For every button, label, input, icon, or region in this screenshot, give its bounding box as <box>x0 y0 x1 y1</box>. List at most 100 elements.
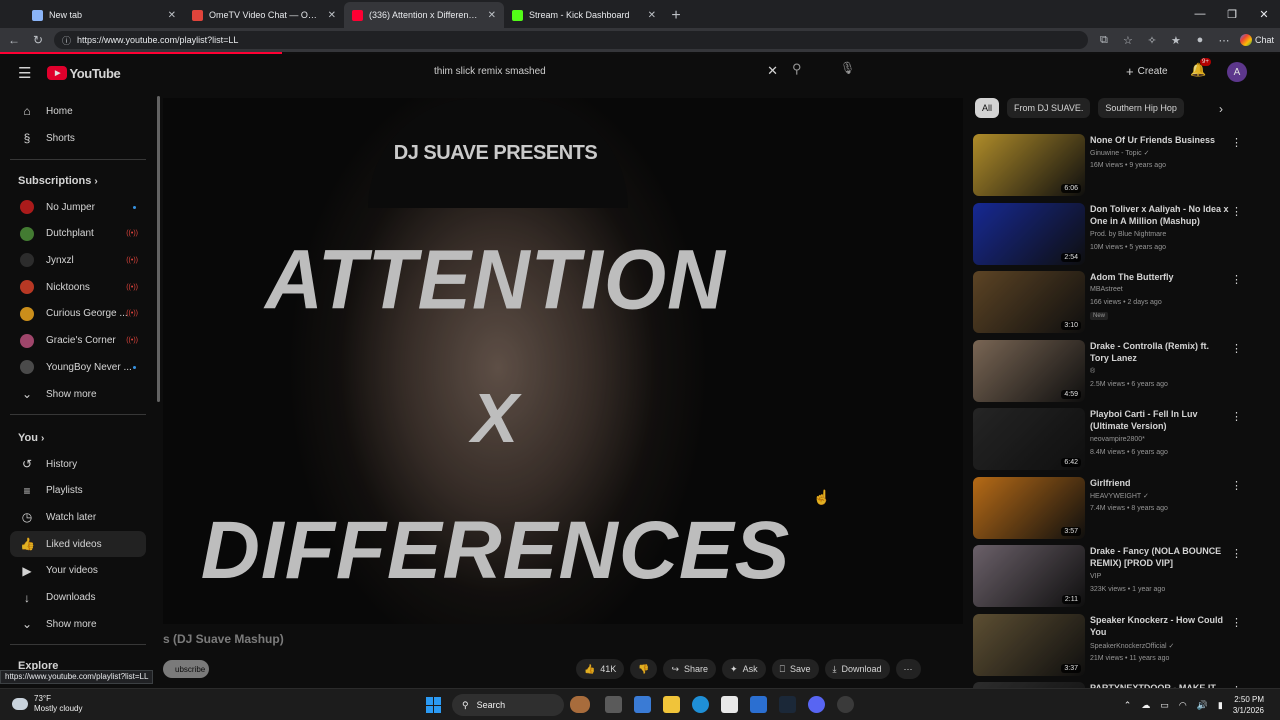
chevron-up-icon[interactable]: ⌃ <box>1124 700 1132 711</box>
sidebar-item-your-videos[interactable]: ▶ Your videos <box>10 558 146 584</box>
video-thumbnail[interactable]: 6:42 <box>973 408 1085 470</box>
sidebar-subscription[interactable]: YoungBoy Never ... <box>10 354 146 380</box>
filter-chip[interactable]: From DJ SUAVE. <box>1007 98 1091 118</box>
recommendation-item[interactable]: 6:06 None Of Ur Friends Business Ginuwine … <box>973 134 1243 196</box>
ask-button[interactable]: ✦ Ask <box>722 659 766 679</box>
copilot-icon[interactable] <box>634 696 651 713</box>
sidebar-item-shorts[interactable]: § Shorts <box>10 125 146 151</box>
tab-close-icon[interactable]: ✕ <box>648 10 656 21</box>
search-box[interactable]: thim slick remix smashed ✕ <box>424 58 784 84</box>
close-window-button[interactable]: ✕ <box>1248 0 1280 28</box>
edge-browser-icon[interactable] <box>692 696 709 713</box>
more-menu-icon[interactable]: ⋯ <box>1216 34 1232 47</box>
site-info-icon[interactable]: ⓘ <box>62 34 71 47</box>
video-player[interactable]: DJ SUAVE PRESENTS ATTENTION X DIFFERENCE… <box>163 98 963 624</box>
reload-icon[interactable]: ↻ <box>30 33 46 47</box>
onedrive-icon[interactable]: ☁ <box>1141 700 1150 711</box>
sidebar-subscription[interactable]: No Jumper <box>10 194 146 220</box>
sidebar-subscription[interactable]: Jynxzl ((•)) <box>10 247 146 273</box>
steam-icon[interactable] <box>779 696 796 713</box>
vscode-icon[interactable] <box>750 696 767 713</box>
hamburger-menu-icon[interactable]: ☰ <box>18 64 31 82</box>
display-icon[interactable]: ▭ <box>1160 700 1169 711</box>
recommendation-item[interactable]: 2:54 Don Toliver x Aaliyah - No Idea x On… <box>973 202 1243 265</box>
sidebar-subscription[interactable]: Curious George ... ((•)) <box>10 301 146 327</box>
show-more-you[interactable]: ⌄ Show more <box>10 611 146 637</box>
recommendation-item[interactable]: 3:37 Speaker Knockerz - How Could You Spea… <box>973 613 1243 676</box>
video-thumbnail[interactable]: 4:59 <box>973 339 1085 402</box>
avatar[interactable]: A <box>1227 62 1247 82</box>
recommendation-item[interactable]: 3:57 Girlfriend HEAVYWEIGHT ✓ 7.4M views • … <box>973 476 1243 539</box>
store-icon[interactable] <box>721 696 738 713</box>
recommendation-item[interactable]: 6:42 Playboi Carti - Fell In Luv (Ultimat… <box>973 408 1243 470</box>
chevron-right-icon[interactable]: › <box>1219 102 1223 116</box>
video-thumbnail[interactable]: 3:57 <box>973 476 1085 539</box>
browser-tab[interactable]: (336) Attention x Differences ✕ <box>344 2 504 28</box>
download-button[interactable]: ⤓ Download <box>824 659 890 679</box>
filter-chip[interactable]: Southern Hip Hop <box>1098 98 1184 118</box>
bookmark-star-icon[interactable]: ☆ <box>1120 34 1136 47</box>
battery-icon[interactable]: ▮ <box>1218 700 1223 711</box>
tab-close-icon[interactable]: ✕ <box>168 10 176 21</box>
sidebar-item-playlists[interactable]: ≡ Playlists <box>10 478 146 504</box>
clear-search-icon[interactable]: ✕ <box>767 63 778 79</box>
sidebar-subscription[interactable]: Nicktoons ((•)) <box>10 274 146 300</box>
subscribe-button[interactable]: ubscribe <box>163 660 209 678</box>
more-options-icon[interactable]: ⋮ <box>1231 547 1242 560</box>
like-button[interactable]: 👍 41K <box>576 659 625 679</box>
more-options-icon[interactable]: ⋮ <box>1231 479 1242 492</box>
recommendation-item[interactable]: 4:59 Drake - Controlla (Remix) ft. Tory L… <box>973 339 1243 402</box>
search-input[interactable]: thim slick remix smashed <box>434 66 546 77</box>
clock[interactable]: 2:50 PM 3/1/2026 <box>1233 694 1264 716</box>
sidebar-item-downloads[interactable]: ↓ Downloads <box>10 585 146 611</box>
install-app-icon[interactable]: ⧉ <box>1096 34 1112 47</box>
you-header[interactable]: You › <box>18 432 44 444</box>
more-options-icon[interactable]: ⋮ <box>1231 410 1242 423</box>
taskbar-search[interactable]: ⚲ Search <box>452 694 564 716</box>
task-view-icon[interactable] <box>605 696 622 713</box>
sidebar-subscription[interactable]: Dutchplant ((•)) <box>10 221 146 247</box>
copilot-widget-icon[interactable] <box>570 696 590 713</box>
video-thumbnail[interactable]: 6:06 <box>973 134 1085 196</box>
subscriptions-header[interactable]: Subscriptions › <box>18 175 98 187</box>
video-thumbnail[interactable]: 3:10 <box>973 271 1085 333</box>
tab-close-icon[interactable]: ✕ <box>488 10 496 21</box>
more-options-icon[interactable]: ⋮ <box>1231 136 1242 149</box>
video-thumbnail[interactable]: 2:54 <box>973 202 1085 265</box>
minimize-button[interactable]: — <box>1184 0 1216 28</box>
url-field[interactable]: ⓘ https://www.youtube.com/playlist?list=… <box>54 31 1088 49</box>
tab-close-icon[interactable]: ✕ <box>328 10 336 21</box>
more-options-icon[interactable]: ⋮ <box>1231 273 1242 286</box>
new-tab-button[interactable]: + <box>664 4 688 28</box>
search-icon[interactable]: ⚲ <box>792 61 802 77</box>
video-thumbnail[interactable]: 3:37 <box>973 613 1085 676</box>
sidebar-scrollbar[interactable] <box>157 96 160 402</box>
extensions-icon[interactable]: ✧ <box>1144 34 1160 47</box>
more-actions-button[interactable]: ⋯ <box>895 659 921 679</box>
youtube-logo[interactable]: ▶ YouTube <box>47 66 121 81</box>
sidebar-item-liked-videos[interactable]: 👍 Liked videos <box>10 531 146 558</box>
save-button[interactable]: ⎕ Save <box>771 659 819 679</box>
sidebar-item-watch-later[interactable]: ◷ Watch later <box>10 504 146 530</box>
sidebar-subscription[interactable]: Gracie's Corner ((•)) <box>10 328 146 354</box>
recommendation-item[interactable]: 3:10 Adom The Butterfly MBAstreet 166 views… <box>973 271 1243 333</box>
microphone-icon[interactable]: 🎙 <box>840 61 855 75</box>
share-button[interactable]: ↪ Share <box>663 659 717 679</box>
show-more-subscriptions[interactable]: ⌄ Show more <box>10 381 146 407</box>
weather-widget[interactable]: 73°F Mostly cloudy <box>12 694 82 714</box>
browser-tab[interactable]: Stream - Kick Dashboard ✕ <box>504 2 664 28</box>
windows-start-icon[interactable] <box>426 697 442 713</box>
browser-tab[interactable]: OmeTV Video Chat — Omegl ✕ <box>184 2 344 28</box>
filter-chip[interactable]: All <box>975 98 1000 118</box>
wifi-icon[interactable]: ◠ <box>1179 700 1187 711</box>
video-thumbnail[interactable]: 2:11 <box>973 545 1085 607</box>
recommendation-item[interactable]: 2:11 Drake - Fancy (NOLA BOUNCE REMIX) [P… <box>973 545 1243 607</box>
discord-icon[interactable] <box>808 696 825 713</box>
create-button[interactable]: + Create <box>1120 60 1174 82</box>
app-icon[interactable] <box>837 696 854 713</box>
file-explorer-icon[interactable] <box>663 696 680 713</box>
browser-tab[interactable]: New tab ✕ <box>24 2 184 28</box>
maximize-button[interactable]: ❐ <box>1216 0 1248 28</box>
sidebar-item-home[interactable]: ⌂ Home <box>10 98 146 124</box>
volume-icon[interactable]: 🔊 <box>1197 700 1208 711</box>
